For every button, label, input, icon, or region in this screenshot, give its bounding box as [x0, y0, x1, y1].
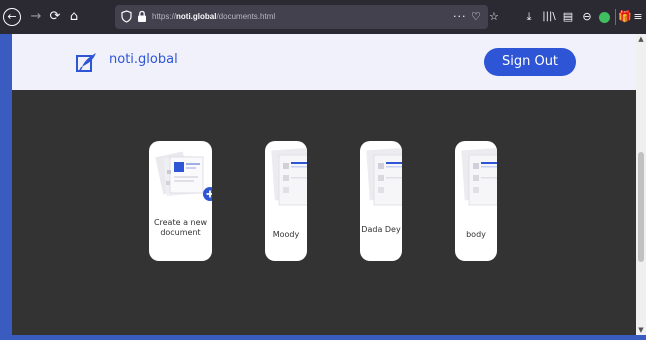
sidebar-icon[interactable]: ▤ [560, 8, 576, 26]
forward-button[interactable]: → [27, 8, 45, 26]
tracking-shield-icon[interactable] [121, 10, 132, 23]
document-thumbnail-icon [366, 147, 402, 206]
extension-icon[interactable] [596, 8, 612, 26]
documents-area: Create a new document Moody Dada Dey bod… [12, 90, 636, 335]
document-thumbnail-icon [271, 147, 307, 206]
back-button[interactable]: ← [3, 8, 21, 26]
pocket-icon[interactable]: ♡ [471, 9, 481, 25]
scroll-thumb[interactable] [638, 152, 644, 262]
scroll-up-arrow-icon[interactable]: ▲ [636, 34, 646, 44]
bookmark-star-icon[interactable]: ☆ [489, 9, 499, 25]
home-button[interactable]: ⌂ [65, 8, 83, 26]
page-viewport: noti.global Sign Out Create a new docume… [12, 34, 636, 335]
create-document-card[interactable]: Create a new document [149, 141, 212, 261]
toolbar-divider [615, 9, 616, 25]
browser-toolbar: ← → ⟳ ⌂ https://noti.global/documents.ht… [0, 0, 646, 34]
document-title: body [466, 230, 486, 239]
sign-out-button[interactable]: Sign Out [484, 48, 576, 76]
lock-icon[interactable] [137, 10, 147, 23]
page-scrollbar[interactable]: ▲ ▼ [636, 34, 646, 335]
document-title: Moody [272, 230, 300, 239]
url-prefix: https:// [152, 12, 177, 21]
downloads-icon[interactable]: ⤓ [521, 8, 537, 26]
document-thumbnail-icon [461, 147, 497, 206]
document-title: Dada Dey [361, 225, 401, 234]
library-icon[interactable]: |||\ [541, 8, 557, 26]
reload-button[interactable]: ⟳ [46, 8, 64, 26]
document-card-body[interactable]: body [455, 141, 497, 261]
create-document-label: Create a new document [153, 218, 208, 237]
address-bar[interactable]: https://noti.global/documents.html ··· ♡… [115, 5, 499, 29]
menu-icon[interactable]: ≡ [630, 8, 646, 26]
url-domain: noti.global [176, 12, 217, 21]
quill-logo-icon[interactable] [76, 51, 98, 73]
account-icon[interactable]: ⊖ [579, 8, 595, 26]
add-plus-icon[interactable] [203, 187, 212, 201]
url-path: /documents.html [216, 12, 276, 21]
page-actions-icon[interactable]: ··· [453, 9, 467, 25]
document-card-moody[interactable]: Moody [265, 141, 307, 261]
scroll-down-arrow-icon[interactable]: ▼ [636, 325, 646, 335]
extension-dot [598, 12, 610, 23]
brand-name[interactable]: noti.global [109, 50, 178, 70]
document-card-dada-dey[interactable]: Dada Dey [360, 141, 402, 261]
site-header: noti.global Sign Out [12, 34, 636, 90]
url-text[interactable]: https://noti.global/documents.html [152, 10, 275, 24]
